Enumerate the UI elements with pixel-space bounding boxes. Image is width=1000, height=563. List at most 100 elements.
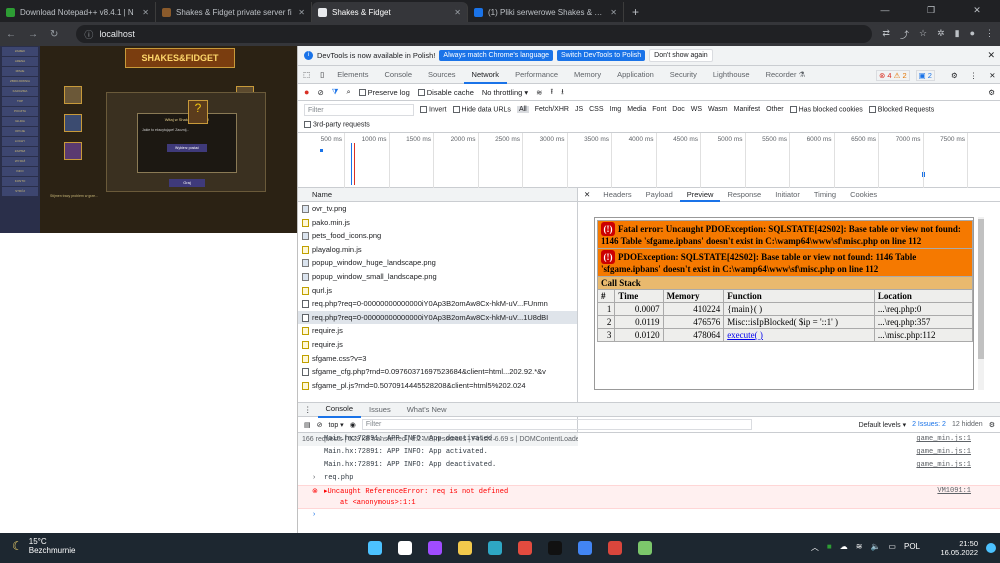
blocked-requests-checkbox[interactable]: Blocked Requests: [868, 105, 934, 113]
game-menu-item[interactable]: KONTO: [2, 177, 38, 186]
game-menu-item[interactable]: LOCHY: [2, 137, 38, 146]
search-icon[interactable]: ⌕: [346, 87, 350, 97]
request-row[interactable]: popup_window_small_landscape.png: [298, 270, 577, 284]
info-badge[interactable]: ▣ 2: [915, 70, 935, 81]
record-icon[interactable]: ●: [304, 87, 309, 97]
game-menu-item[interactable]: STRÓJ: [2, 187, 38, 196]
request-row[interactable]: require.js: [298, 324, 577, 338]
detail-tab[interactable]: Response: [720, 188, 768, 202]
windows-icon[interactable]: [368, 541, 382, 555]
network-settings-icon[interactable]: ⚙: [988, 88, 995, 97]
game-menu-item[interactable]: ARENA: [2, 57, 38, 66]
disable-cache-checkbox[interactable]: Disable cache: [417, 88, 474, 97]
browser-tab[interactable]: Download Notepad++ v8.4.1 | N ✕: [0, 2, 156, 22]
type-filter-manifest[interactable]: Manifest: [734, 106, 760, 113]
devtools-tab[interactable]: Sources: [420, 66, 464, 84]
hide-data-urls-checkbox[interactable]: Hide data URLs: [452, 105, 511, 113]
detail-tab[interactable]: Preview: [679, 188, 721, 202]
console-prompt[interactable]: ›: [298, 509, 1000, 522]
close-devtools-icon[interactable]: ✕: [989, 71, 995, 80]
detail-tab[interactable]: Payload: [639, 188, 680, 202]
notification-icon[interactable]: [986, 543, 996, 553]
name-column-header[interactable]: Name: [298, 188, 577, 202]
scrollbar-thumb[interactable]: [978, 219, 984, 359]
close-window-button[interactable]: ✕: [954, 0, 1000, 20]
game-menu-item[interactable]: ZAPISZ: [2, 147, 38, 156]
close-tab-icon[interactable]: ✕: [298, 8, 305, 17]
type-filter-font[interactable]: Font: [652, 106, 666, 113]
detail-tab[interactable]: Cookies: [843, 188, 884, 202]
devtools-tab[interactable]: Memory: [566, 66, 609, 84]
type-filter-doc[interactable]: Doc: [672, 106, 684, 113]
back-icon[interactable]: ←: [6, 29, 16, 40]
edge-icon[interactable]: [488, 541, 502, 555]
chrome-active-icon[interactable]: [578, 541, 592, 555]
request-row[interactable]: sfgame_pl.js?rnd=0.5070914445528208&clie…: [298, 379, 577, 393]
devtools-tab[interactable]: Application: [609, 66, 662, 84]
request-row[interactable]: playalog.min.js: [298, 243, 577, 257]
type-filter-ws[interactable]: WS: [691, 106, 702, 113]
choose-character-button[interactable]: Wybierz postać: [167, 144, 207, 152]
devtools-badges[interactable]: ⊗ 4 ⚠ 2 ▣ 2 ⚙ ⋮ ✕: [876, 70, 996, 81]
issues-badge[interactable]: 2 Issues: 2: [912, 421, 946, 428]
wifi-icon[interactable]: ≋: [856, 542, 863, 553]
devtools-tab[interactable]: Security: [662, 66, 705, 84]
detail-tab[interactable]: Headers: [596, 188, 638, 202]
devtools-tab[interactable]: Lighthouse: [705, 66, 758, 84]
reload-icon[interactable]: ↻: [50, 29, 58, 40]
browser-tab[interactable]: (1) Pliki serwerowe Shakes & Fidg ✕: [468, 2, 624, 22]
request-row[interactable]: sfgame_cfg.php?rnd=0.09760371697523684&c…: [298, 365, 577, 379]
translate-icon[interactable]: ⇄: [882, 28, 890, 41]
filter-icon[interactable]: ⧩: [332, 87, 339, 97]
game-menu-item[interactable]: POCZTA: [2, 107, 38, 116]
import-icon[interactable]: ⭱: [550, 86, 553, 99]
drawer-tab[interactable]: What's New: [399, 403, 455, 417]
clear-icon[interactable]: ⊘: [317, 88, 323, 97]
request-row[interactable]: ovr_tv.png: [298, 202, 577, 216]
maximize-button[interactable]: ❐: [908, 0, 954, 20]
close-tab-icon[interactable]: ✕: [142, 8, 149, 17]
sidebar-toggle-icon[interactable]: ▤: [304, 421, 311, 429]
context-select[interactable]: top ▾: [329, 421, 344, 429]
request-row[interactable]: req.php?req=0-00000000000000iY0Ap3B2omAw…: [298, 310, 577, 325]
game-menu-item[interactable]: INFO: [2, 167, 38, 176]
error-badge[interactable]: ⊗ 4 ⚠ 2: [876, 70, 910, 81]
address-bar[interactable]: ⓘ localhost: [76, 25, 873, 43]
clear-console-icon[interactable]: ⊘: [317, 421, 323, 429]
settings-gear-icon[interactable]: ⚙: [951, 71, 958, 80]
dont-show-button[interactable]: Don't show again: [649, 49, 713, 62]
search-icon[interactable]: [398, 541, 412, 555]
request-row[interactable]: popup_window_huge_landscape.png: [298, 256, 577, 270]
log-source-link[interactable]: game_min.js:1: [916, 459, 971, 472]
console-filter-input[interactable]: Filter: [361, 419, 752, 430]
language-indicator[interactable]: POL: [904, 542, 920, 553]
clock[interactable]: 21:50 16.05.2022: [940, 539, 978, 557]
game-menu-item[interactable]: GILDIA: [2, 117, 38, 126]
devtools-tab[interactable]: Network: [463, 66, 508, 84]
type-filter-css[interactable]: CSS: [589, 106, 603, 113]
inspect-icon[interactable]: ⬚: [298, 70, 315, 79]
drawer-tab[interactable]: Issues: [361, 403, 399, 417]
menu-icon[interactable]: ⋮: [985, 28, 994, 41]
game-menu-item[interactable]: ZBROJOWNIA: [2, 77, 38, 86]
forward-icon[interactable]: →: [28, 29, 38, 40]
bookmark-star-icon[interactable]: ☆: [919, 28, 927, 41]
invert-checkbox[interactable]: Invert: [420, 105, 447, 113]
browser-tab[interactable]: Shakes & Fidget private server fi ✕: [156, 2, 312, 22]
request-row[interactable]: req.php?req=0-00000000000000iY0Ap3B2omAw…: [298, 297, 577, 311]
ok-button[interactable]: Graj: [169, 179, 205, 187]
notepad-icon[interactable]: [638, 541, 652, 555]
item-slot-icon[interactable]: [64, 142, 82, 160]
chevron-up-icon[interactable]: ︿: [811, 542, 819, 553]
close-icon[interactable]: ✕: [987, 50, 995, 61]
new-tab-button[interactable]: +: [624, 2, 647, 22]
detail-tab[interactable]: Initiator: [768, 188, 807, 202]
log-levels-select[interactable]: Default levels ▾: [859, 421, 907, 429]
request-row[interactable]: require.js: [298, 338, 577, 352]
extensions-icon[interactable]: ✲: [937, 28, 945, 41]
messenger-icon[interactable]: [428, 541, 442, 555]
drawer-tab[interactable]: Console: [317, 402, 362, 418]
detail-tab[interactable]: Timing: [807, 188, 843, 202]
request-row[interactable]: pako.min.js: [298, 216, 577, 230]
files-icon[interactable]: [458, 541, 472, 555]
